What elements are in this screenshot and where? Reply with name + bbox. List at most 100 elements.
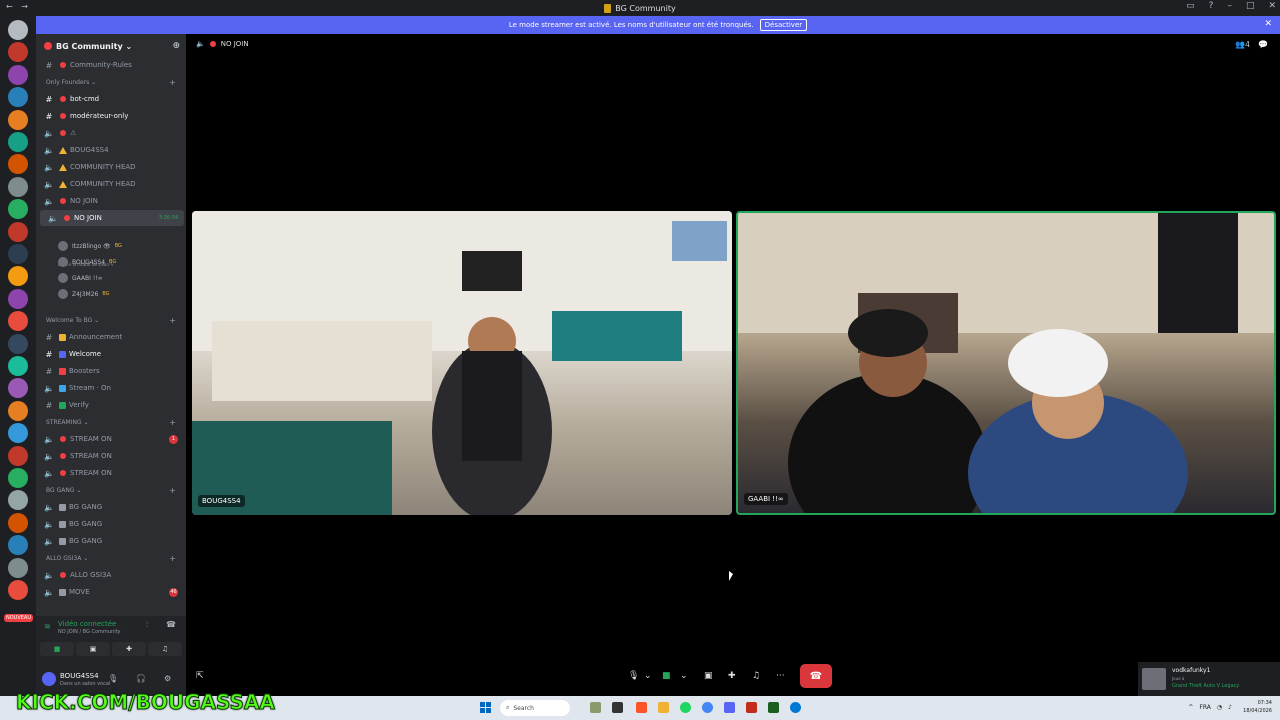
server-icon[interactable] [8,64,28,85]
channel-item[interactable]: 🔈 BG GANG [36,533,186,549]
camera-button[interactable]: ■ [40,642,74,656]
channel-item[interactable]: 🔈 COMMUNITY HEAD [36,159,186,175]
channel-item[interactable]: 🔈 STREAM ON 1 [36,431,186,447]
signal-icon[interactable]: ≋ [44,622,51,631]
chrome-app-icon[interactable] [702,702,713,713]
channel-item[interactable]: # bot-cmd [36,91,186,107]
server-icon[interactable] [8,132,28,152]
chevron-down-icon[interactable]: ⌄ [680,668,688,684]
channel-item[interactable]: 🔈 Stream · On [36,380,186,396]
brave-app-icon[interactable] [636,702,647,713]
channel-item[interactable]: 🔈 NO JOIN 3:26:54 [40,210,184,226]
channel-item[interactable]: 🔈 BG GANG [36,499,186,515]
clock[interactable]: 07:34 18/04/2026 [1243,699,1272,715]
chat-icon[interactable]: 💬 [1258,40,1268,49]
server-icon[interactable] [8,378,28,399]
video-tile[interactable]: GAABI !!∞ [736,211,1276,515]
channel-category[interactable]: Only Founders ⌄ + [36,74,186,90]
server-list[interactable]: NOUVEAU [0,16,36,696]
channel-item[interactable]: # Community-Rules [36,57,186,73]
avatar[interactable] [42,672,56,686]
server-icon[interactable] [8,356,28,376]
edge-app-icon[interactable] [790,702,801,713]
server-icon[interactable] [8,288,28,309]
channel-item[interactable]: # Verify [36,397,186,413]
add-channel-icon[interactable]: + [169,554,176,563]
server-icon[interactable] [8,266,28,287]
channel-item[interactable]: 🔈 ALLO GSI3A [36,567,186,583]
spotify-app-icon[interactable] [680,702,691,713]
minimize-button[interactable]: – [1227,1,1232,11]
connection-location[interactable]: NO JOIN / BG Community [58,629,121,635]
voice-user[interactable]: ItzzBlingo 👁 BG [58,239,122,253]
terminal2-app-icon[interactable] [768,702,779,713]
server-icon[interactable] [8,445,28,466]
voice-user[interactable]: BOUG4SS4 BG [58,255,116,269]
soundboard-button[interactable]: ♫ [148,642,182,656]
maximize-button[interactable]: □ [1246,1,1255,11]
server-icon[interactable] [8,42,28,63]
activities-button[interactable]: ✚ [112,642,146,656]
help-icon[interactable]: ? [1209,1,1214,11]
participants-icon[interactable]: 👥4 [1235,40,1250,49]
tray-language[interactable]: FRA [1199,704,1210,711]
channel-item[interactable]: 🔈 STREAM ON [36,448,186,464]
server-icon[interactable] [8,423,28,444]
server-icon[interactable] [8,20,28,40]
nav-arrows[interactable]: ← → [6,2,31,11]
close-icon[interactable]: ✕ [1264,19,1272,29]
camera-toggle-button[interactable]: ■ [662,668,671,684]
voice-user[interactable]: GAABI !!∞ [58,271,107,285]
server-icon[interactable] [8,490,28,511]
add-channel-icon[interactable]: + [169,486,176,495]
system-tray[interactable]: ^ FRA ◔ ♪ [1188,704,1232,711]
channel-item[interactable]: 🔈 BOUG4SS4 [36,142,186,158]
headphones-icon[interactable]: 🎧 [136,674,146,683]
channel-item[interactable]: 🔈 STREAM ON [36,465,186,481]
close-button[interactable]: ✕ [1268,1,1276,11]
discord-app-icon[interactable] [724,702,735,713]
server-icon[interactable] [8,244,28,264]
explorer-app-icon[interactable] [658,702,669,713]
server-icon[interactable] [8,580,28,600]
server-icon[interactable] [8,154,28,175]
mic-icon[interactable]: 🎙 [108,674,118,683]
channel-item[interactable]: # Boosters [36,363,186,379]
server-icon[interactable] [8,512,28,533]
server-icon[interactable] [8,333,28,354]
channel-category[interactable]: STREAMING ⌄ + [36,414,186,430]
channel-category[interactable]: BG GANG ⌄ + [36,482,186,498]
screen-share-icon[interactable]: ▣ [704,668,713,684]
add-channel-icon[interactable]: + [169,316,176,325]
channel-item[interactable]: 🔈 BG GANG [36,516,186,532]
voice-user[interactable]: Z4J3M26 BG [58,287,110,301]
video-tile[interactable]: BOUG4SS4 [192,211,732,515]
channel-category[interactable]: ALLO GSI3A ⌄ + [36,550,186,566]
server-icon[interactable] [8,557,28,578]
popout-icon[interactable]: ⇱ [196,668,204,684]
channel-category[interactable]: Welcome To BG ⌄ + [36,312,186,328]
obs-app-icon[interactable] [746,702,757,713]
soundboard-icon[interactable]: ♫ [752,668,760,684]
start-button[interactable] [480,702,492,714]
channel-item[interactable]: # modérateur-only [36,108,186,124]
chevron-down-icon[interactable]: ⌄ [644,668,652,684]
chevron-up-icon[interactable]: ^ [1188,704,1193,711]
channel-item[interactable]: 🔈 ⚠ [36,125,186,141]
add-channel-icon[interactable]: + [169,78,176,87]
channel-item[interactable]: 🔈 NO JOIN [36,193,186,209]
disconnect-button[interactable]: ☎ [800,664,832,688]
channel-item[interactable]: 🔈 MOVE 46 [36,584,186,600]
disable-streamer-button[interactable]: Désactiver [759,19,808,31]
mic-button[interactable]: 🎙 [628,668,639,684]
server-icon[interactable] [8,176,28,197]
taskbar-search[interactable]: ⌕ Search [500,700,570,716]
window-controls[interactable]: ▭ ? – □ ✕ [1186,1,1276,11]
more-options-icon[interactable]: ··· [776,668,785,684]
terminal-app-icon[interactable] [612,702,623,713]
game-app-icon[interactable] [590,702,601,713]
server-icon[interactable] [8,87,28,108]
server-icon[interactable] [8,468,28,488]
volume-icon[interactable]: ♪ [1228,704,1232,711]
server-icon[interactable] [8,221,28,242]
